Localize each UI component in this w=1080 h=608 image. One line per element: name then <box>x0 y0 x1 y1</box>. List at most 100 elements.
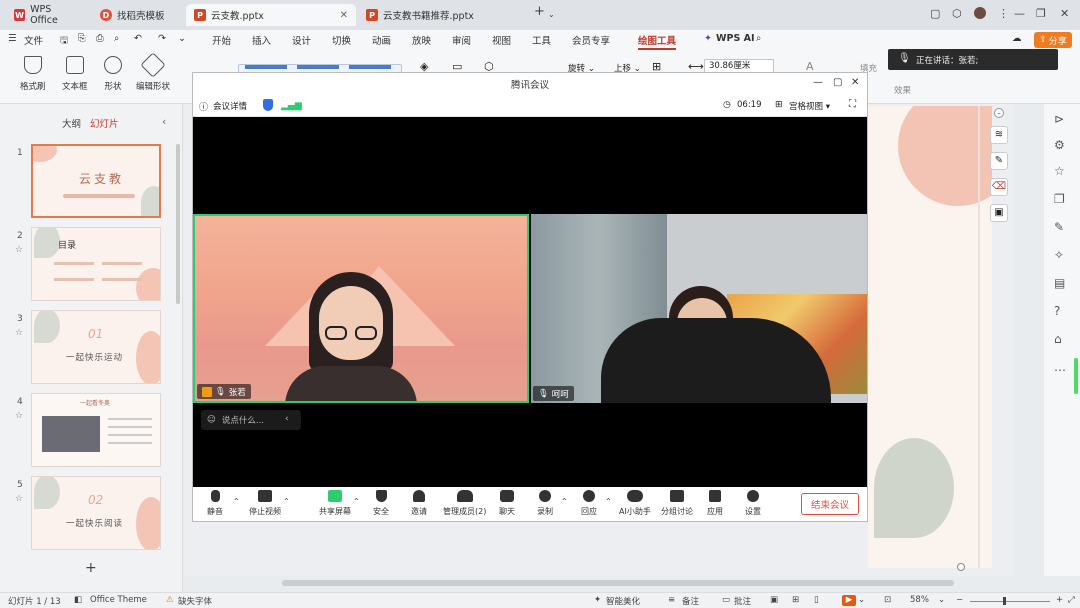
pen-icon[interactable]: ✎ <box>990 152 1008 170</box>
edit-shape-button[interactable]: 编辑形状 <box>136 52 170 92</box>
comments-button[interactable]: 批注 <box>734 595 751 607</box>
tab-slides[interactable]: 幻灯片 <box>90 116 119 130</box>
minus-icon[interactable]: – <box>994 108 1004 118</box>
horizontal-scrollbar[interactable] <box>282 580 954 586</box>
settings-button[interactable]: 设置 <box>745 490 761 517</box>
menu-tools[interactable]: 工具 <box>532 33 551 47</box>
menu-home[interactable]: 开始 <box>212 33 231 47</box>
sorter-view-icon[interactable]: ⊞ <box>792 595 799 605</box>
menu-design[interactable]: 设计 <box>292 33 311 47</box>
settings-sliders-icon[interactable]: ⚙ <box>1054 138 1065 152</box>
notes-button[interactable]: 备注 <box>682 595 699 607</box>
menu-view[interactable]: 视图 <box>492 33 511 47</box>
video-tile-1[interactable]: 🎙 张若 <box>193 214 529 403</box>
menu-review[interactable]: 审阅 <box>452 33 471 47</box>
star-icon[interactable]: ☆ <box>1054 164 1065 178</box>
more-icon[interactable]: … <box>1054 360 1066 374</box>
zoom-slider[interactable] <box>970 601 1050 602</box>
collapse-chat-icon[interactable]: ‹ <box>285 414 289 424</box>
edit-icon[interactable]: ✎ <box>1054 220 1064 234</box>
export-icon[interactable]: ⎘ <box>78 33 86 44</box>
panel-scrollbar[interactable] <box>176 144 180 304</box>
menu-transition[interactable]: 切换 <box>332 33 351 47</box>
menu-wps-ai[interactable]: WPS AI <box>716 33 754 44</box>
star-icon[interactable]: ☆ <box>15 328 23 338</box>
slide-thumbnail-2[interactable]: 目录 <box>31 227 161 301</box>
view-mode-dropdown[interactable]: 宫格视图 ▾ <box>789 100 830 112</box>
menu-animation[interactable]: 动画 <box>372 33 391 47</box>
style-swatch[interactable] <box>297 65 339 69</box>
chevron-down-icon[interactable]: ⌄ <box>938 595 945 605</box>
menu-slideshow[interactable]: 放映 <box>412 33 431 47</box>
layers-icon[interactable]: ≋ <box>990 126 1008 144</box>
theme-name[interactable]: Office Theme <box>90 595 147 605</box>
book-icon[interactable]: ▤ <box>1054 276 1065 290</box>
video-tile-2[interactable]: 🎙 呵呵 <box>531 214 867 403</box>
reading-view-icon[interactable]: ▯ <box>814 595 819 605</box>
normal-view-icon[interactable]: ▣ <box>770 595 778 605</box>
resize-handle[interactable] <box>957 563 965 571</box>
effect-dropdown[interactable]: 效果 <box>894 84 911 96</box>
stop-video-button[interactable]: 停止视频 <box>249 490 281 517</box>
add-slide-button[interactable]: + <box>85 560 97 576</box>
chevron-down-icon[interactable]: ⌄ <box>858 595 865 605</box>
menu-drawing-tools[interactable]: 绘图工具 <box>638 33 677 50</box>
eraser-icon[interactable]: ⌫ <box>990 178 1008 196</box>
share-button[interactable]: ⇪ 分享 <box>1034 32 1072 48</box>
search-icon[interactable]: ⌕ <box>756 33 761 44</box>
scroll-indicator[interactable] <box>1074 358 1078 394</box>
new-tab-icon[interactable]: + <box>534 4 545 19</box>
save-icon[interactable]: 🖫 <box>60 33 68 49</box>
share-screen-button[interactable]: 共享屏幕 <box>319 490 351 517</box>
zoom-slider-thumb[interactable] <box>1003 597 1006 605</box>
chevron-down-icon[interactable]: ⌄ <box>548 10 555 19</box>
tab-yunzhijiao[interactable]: P 云支教.pptx ✕ <box>186 4 356 26</box>
slide-thumbnail-3[interactable]: 01 一起快乐运动 <box>31 310 161 384</box>
chat-button[interactable]: 聊天 <box>499 490 515 517</box>
window-layout-icon[interactable]: ▢ <box>930 7 940 20</box>
tab-docer[interactable]: D 找稻壳模板 <box>92 4 182 26</box>
close-icon[interactable]: ✕ <box>851 77 859 88</box>
minimize-icon[interactable]: — <box>1014 7 1025 20</box>
breakout-rooms-button[interactable]: 分组讨论 <box>661 490 693 517</box>
maximize-icon[interactable]: ▢ <box>833 77 842 88</box>
undo-icon[interactable]: ↶ <box>134 33 142 44</box>
chevron-up-icon[interactable]: ⌃ <box>605 497 612 506</box>
invite-button[interactable]: 邀请 <box>411 490 427 517</box>
collapse-panel-icon[interactable]: ‹ <box>162 115 166 128</box>
security-button[interactable]: 安全 <box>373 490 389 517</box>
missing-font-button[interactable]: 缺失字体 <box>178 595 212 607</box>
slide-canvas[interactable] <box>868 106 992 568</box>
redo-icon[interactable]: ↷ <box>158 33 166 44</box>
play-icon[interactable]: ▶ <box>842 595 856 606</box>
copy-icon[interactable]: ❐ <box>1054 192 1065 206</box>
chevron-down-icon[interactable]: ⌄ <box>178 33 186 44</box>
chevron-up-icon[interactable]: ⌃ <box>353 497 360 506</box>
close-window-icon[interactable]: ✕ <box>1060 7 1069 20</box>
pointer-icon[interactable]: ⊳ <box>1054 112 1064 126</box>
chevron-up-icon[interactable]: ⌃ <box>561 497 568 506</box>
menu-member[interactable]: 会员专享 <box>572 33 610 47</box>
chevron-up-icon[interactable]: ⌃ <box>233 497 240 506</box>
ai-assistant-button[interactable]: AI小助手 <box>619 490 651 517</box>
zoom-level[interactable]: 58% <box>910 595 929 605</box>
frame-icon[interactable]: ▣ <box>990 204 1008 222</box>
mute-button[interactable]: 静音 <box>207 490 223 517</box>
chevron-up-icon[interactable]: ⌃ <box>283 497 290 506</box>
smart-beautify-button[interactable]: 智能美化 <box>606 595 640 607</box>
width-input[interactable]: 30.86厘米 <box>704 59 774 73</box>
menu-insert[interactable]: 插入 <box>252 33 271 47</box>
tab-wps-office[interactable]: W WPS Office <box>6 4 86 26</box>
zoom-out-icon[interactable]: − <box>956 595 963 605</box>
slide-thumbnail-4[interactable]: 一起看冬奥 <box>31 393 161 467</box>
magic-icon[interactable]: ✧ <box>1054 248 1064 262</box>
zoom-in-icon[interactable]: + <box>1056 595 1063 605</box>
format-painter-button[interactable]: 格式刷 <box>20 56 46 92</box>
star-icon[interactable]: ☆ <box>15 411 23 421</box>
slide-thumbnail-1[interactable]: 云支教 <box>31 144 161 218</box>
apps-button[interactable]: 应用 <box>707 490 723 517</box>
more-icon[interactable]: ⋮ <box>998 7 1009 20</box>
react-button[interactable]: 回应 <box>581 490 597 517</box>
tab-book-recommend[interactable]: P 云支教书籍推荐.pptx <box>358 4 524 26</box>
help-icon[interactable]: ? <box>1054 304 1060 318</box>
